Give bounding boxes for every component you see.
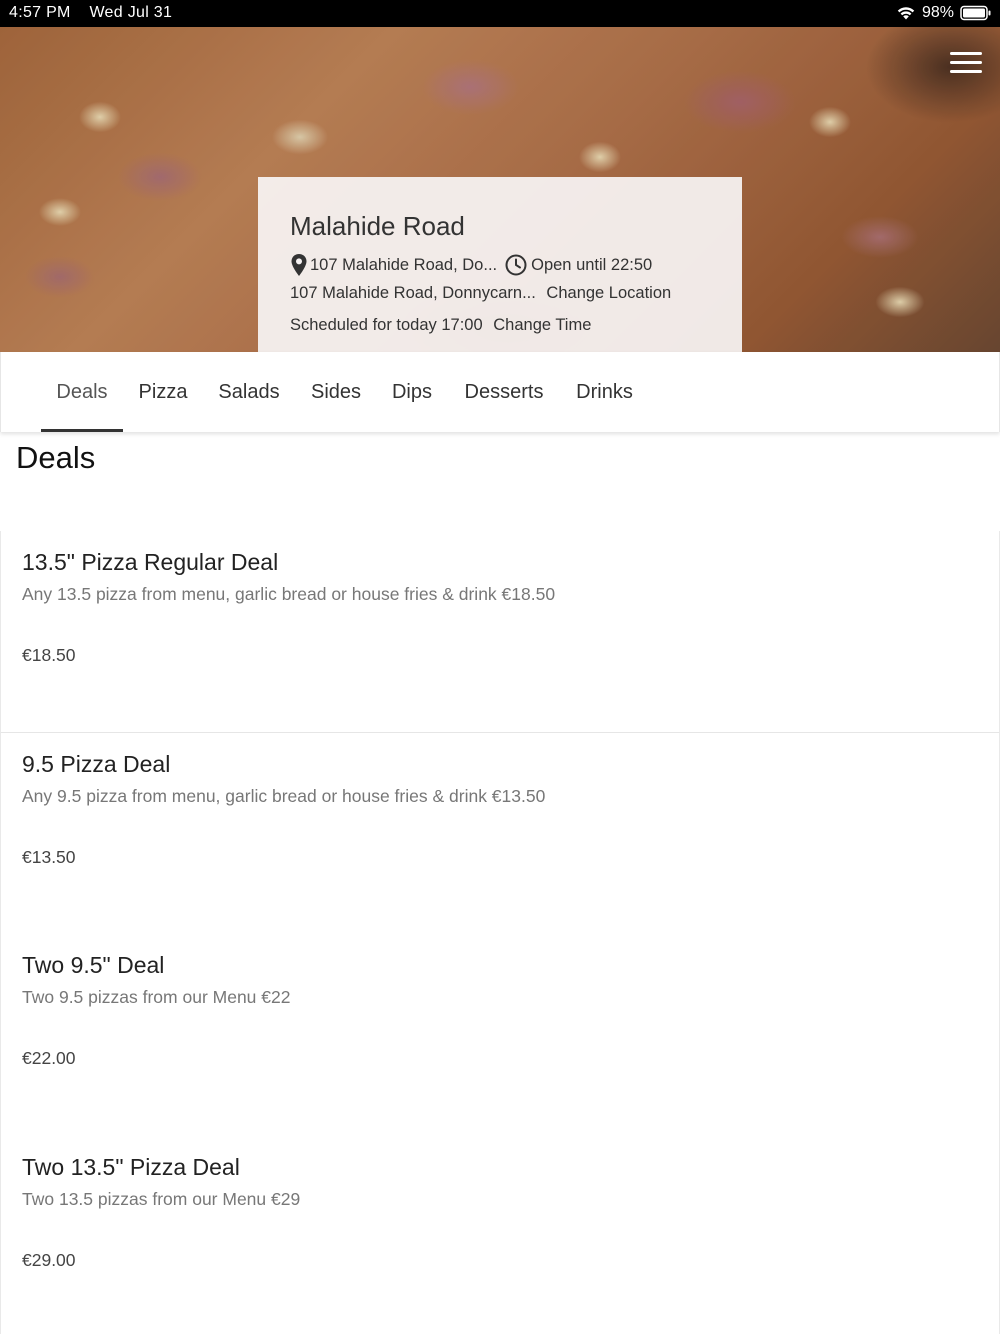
tab-salads[interactable]: Salads [209, 352, 289, 432]
battery-icon [960, 5, 991, 21]
tab-sides[interactable]: Sides [301, 352, 371, 432]
deal-item[interactable]: Two 9.5" Deal Two 9.5 pizzas from our Me… [0, 934, 1000, 1136]
deal-name: Two 13.5" Pizza Deal [22, 1154, 240, 1180]
deal-price: €29.00 [22, 1250, 76, 1270]
store-info-card: Malahide Road 107 Malahide Road, Do... O… [258, 177, 742, 352]
tab-desserts[interactable]: Desserts [453, 352, 555, 432]
map-pin-icon [291, 254, 307, 276]
tab-pizza[interactable]: Pizza [129, 352, 197, 432]
deal-description: Two 9.5 pizzas from our Menu €22 [22, 987, 291, 1007]
deal-price: €13.50 [22, 847, 76, 867]
status-date: Wed Jul 31 [89, 4, 173, 21]
battery-percent: 98% [921, 4, 954, 21]
store-hours: Open until 22:50 [531, 255, 653, 274]
deal-description: Two 13.5 pizzas from our Menu €29 [22, 1189, 301, 1209]
tab-dips[interactable]: Dips [383, 352, 441, 432]
status-time: 4:57 PM [9, 4, 71, 21]
deal-description: Any 9.5 pizza from menu, garlic bread or… [22, 786, 546, 806]
deal-price: €22.00 [22, 1048, 76, 1068]
change-location-link[interactable]: Change Location [546, 284, 671, 302]
store-name: Malahide Road [290, 211, 465, 241]
clock-icon [505, 254, 527, 276]
deal-name: Two 9.5" Deal [22, 952, 165, 978]
category-tabs: Deals Pizza Salads Sides Dips Desserts D… [0, 352, 1000, 432]
tab-drinks[interactable]: Drinks [567, 352, 642, 432]
hamburger-menu-icon[interactable] [950, 52, 982, 78]
wifi-icon [897, 7, 915, 20]
deal-item[interactable]: 9.5 Pizza Deal Any 9.5 pizza from menu, … [0, 732, 1000, 934]
change-time-link[interactable]: Change Time [493, 316, 591, 334]
deal-name: 9.5 Pizza Deal [22, 751, 171, 777]
deal-price: €18.50 [22, 645, 76, 665]
deal-name: 13.5" Pizza Regular Deal [22, 549, 279, 575]
deal-item[interactable]: 13.5" Pizza Regular Deal Any 13.5 pizza … [0, 531, 1000, 733]
status-bar: 4:57 PM Wed Jul 31 98% [0, 0, 1000, 27]
schedule-text: Scheduled for today 17:00 [290, 316, 483, 334]
tab-deals[interactable]: Deals [41, 352, 123, 432]
section-title: Deals [16, 440, 96, 475]
deal-item[interactable]: Two 13.5" Pizza Deal Two 13.5 pizzas fro… [0, 1136, 1000, 1334]
deal-description: Any 13.5 pizza from menu, garlic bread o… [22, 584, 556, 604]
store-address-short: 107 Malahide Road, Do... [310, 255, 498, 274]
store-address-long: 107 Malahide Road, Donnycarn... [290, 284, 536, 302]
